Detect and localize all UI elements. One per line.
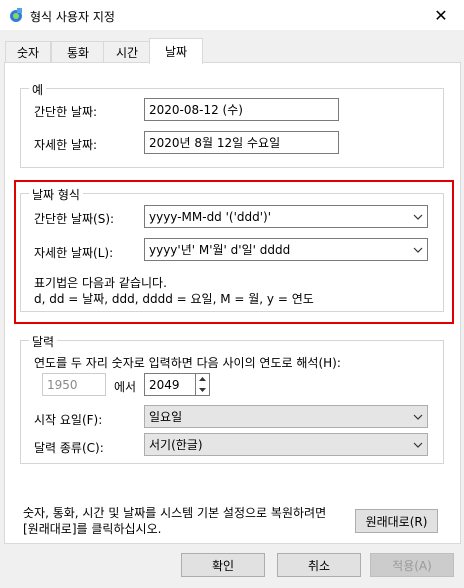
calendar-legend: 달력 xyxy=(29,333,58,350)
chevron-down-icon[interactable] xyxy=(409,434,427,455)
short-date-example-label: 간단한 날짜: xyxy=(34,105,98,119)
close-icon: ✕ xyxy=(434,5,448,25)
reset-description-2: [원래대로]를 클릭하십시오. xyxy=(23,522,162,536)
short-date-example-field: 2020-08-12 (수) xyxy=(144,98,339,121)
first-day-value: 일요일 xyxy=(149,410,183,424)
apply-button: 적용(A) xyxy=(370,553,454,577)
year-range-separator: 에서 xyxy=(114,380,137,394)
year-to-field[interactable]: 2049 xyxy=(144,373,196,396)
window-title: 형식 사용자 지정 xyxy=(30,10,115,24)
chevron-down-icon[interactable] xyxy=(409,239,427,260)
spin-down-icon[interactable] xyxy=(196,385,209,396)
short-date-format-combo[interactable]: yyyy-MM-dd '('ddd')' xyxy=(144,205,428,228)
tab-label: 시간 xyxy=(115,45,139,60)
long-date-example-field: 2020년 8월 12일 수요일 xyxy=(144,131,339,154)
title-bar: 형식 사용자 지정 ✕ xyxy=(0,0,464,30)
long-date-format-label: 자세한 날짜(L): xyxy=(34,246,114,260)
spin-up-icon[interactable] xyxy=(196,374,209,385)
date-format-legend: 날짜 형식 xyxy=(29,186,83,203)
reset-description: 숫자, 통화, 시간 및 날짜를 시스템 기본 설정으로 복원하려면 xyxy=(23,506,327,520)
tab-date[interactable]: 날짜 xyxy=(149,38,203,64)
chevron-down-icon[interactable] xyxy=(409,206,427,227)
long-date-format-combo[interactable]: yyyy'년' M'월' d'일' dddd xyxy=(144,238,428,261)
example-legend: 예 xyxy=(29,81,47,98)
short-date-format-label: 간단한 날짜(S): xyxy=(34,212,115,226)
notation-heading: 표기법은 다음과 같습니다. xyxy=(34,276,167,290)
calendar-type-value: 서기(한글) xyxy=(149,438,203,452)
tab-number[interactable]: 숫자 xyxy=(5,41,51,62)
app-icon xyxy=(10,8,22,22)
first-day-label: 시작 요일(F): xyxy=(34,413,103,427)
two-digit-year-label: 연도를 두 자리 숫자로 입력하면 다음 사이의 연도로 해석(H): xyxy=(34,356,341,370)
tab-label: 숫자 xyxy=(16,45,40,60)
tab-time[interactable]: 시간 xyxy=(103,41,151,62)
calendar-type-label: 달력 종류(C): xyxy=(34,441,104,455)
tab-label: 날짜 xyxy=(164,45,188,59)
chevron-down-icon[interactable] xyxy=(409,406,427,427)
tab-label: 통화 xyxy=(66,45,90,60)
cancel-button[interactable]: 취소 xyxy=(277,553,361,577)
year-from-field: 1950 xyxy=(42,373,106,396)
first-day-combo[interactable]: 일요일 xyxy=(144,405,428,428)
calendar-type-combo[interactable]: 서기(한글) xyxy=(144,433,428,456)
long-date-example-label: 자세한 날짜: xyxy=(34,138,98,152)
year-spinner[interactable] xyxy=(196,373,210,396)
tab-currency[interactable]: 통화 xyxy=(51,41,105,62)
notation-legend: d, dd = 날짜, ddd, dddd = 요일, M = 월, y = 연… xyxy=(34,292,314,306)
short-date-format-value: yyyy-MM-dd '('ddd')' xyxy=(149,209,272,224)
reset-button[interactable]: 원래대로(R) xyxy=(355,509,438,533)
long-date-format-value: yyyy'년' M'월' d'일' dddd xyxy=(149,243,291,257)
ok-button[interactable]: 확인 xyxy=(181,553,265,577)
close-button[interactable]: ✕ xyxy=(418,0,464,30)
